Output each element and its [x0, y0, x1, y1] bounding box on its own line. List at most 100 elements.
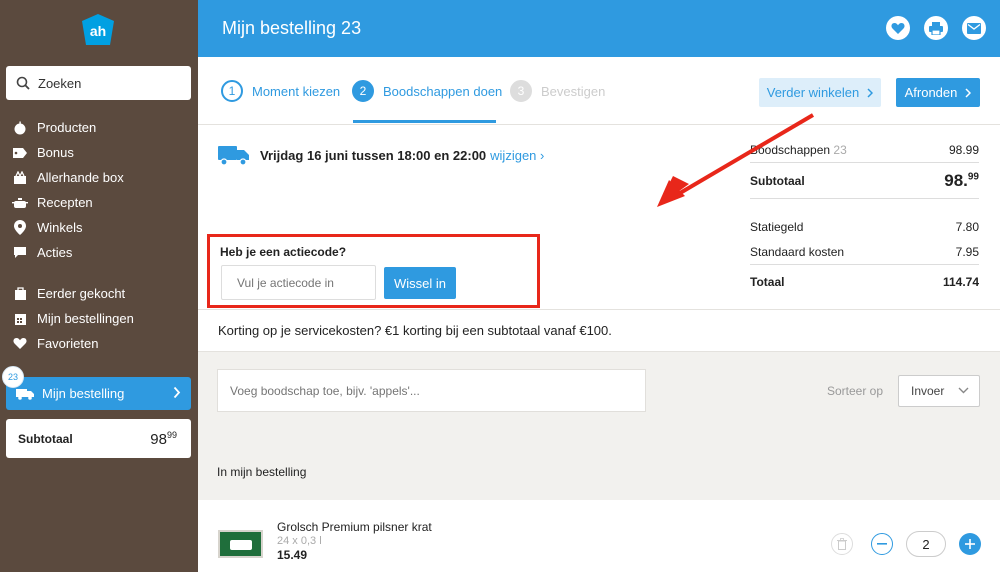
sidebar-item-allerhande-box[interactable]: Allerhande box — [0, 165, 198, 190]
quantity-field[interactable]: 2 — [906, 531, 946, 557]
chevron-right-icon — [173, 386, 181, 399]
sidebar-item-label: Eerder gekocht — [37, 286, 126, 301]
subtotal-value: 9899 — [150, 430, 177, 448]
delivery-moment: Vrijdag 16 juni tussen 18:00 en 22:00 — [260, 147, 487, 163]
sidebar-item-mijn-bestellingen[interactable]: Mijn bestellingen — [0, 306, 198, 331]
sidebar: ah Zoeken Producten Bonus Allerhande box… — [0, 0, 198, 572]
deposit-label: Statiegeld — [750, 219, 804, 234]
delivery-truck-icon — [218, 146, 249, 166]
trash-icon — [837, 538, 847, 550]
search-label: Zoeken — [38, 75, 82, 91]
sidebar-item-recepten[interactable]: Recepten — [0, 190, 198, 215]
sort-label: Sorteer op — [827, 384, 884, 398]
sidebar-item-label: Bonus — [37, 145, 74, 160]
heart-icon — [12, 336, 28, 352]
sidebar-item-label: Winkels — [37, 220, 83, 235]
product-name[interactable]: Grolsch Premium pilsner krat — [277, 520, 432, 534]
summary-standard-costs: Standaard kosten 7.95 — [750, 239, 979, 264]
groceries-value: 98.99 — [948, 142, 979, 157]
chevron-right-icon — [867, 87, 874, 98]
minus-icon — [877, 543, 887, 545]
finish-button[interactable]: Afronden — [896, 78, 980, 107]
ah-logo-icon[interactable]: ah — [80, 12, 116, 48]
sidebar-item-label: Mijn bestelling — [42, 386, 125, 401]
button-label: Verder winkelen — [766, 85, 860, 100]
subtotal-main: 98. — [944, 170, 968, 190]
step-moment-kiezen[interactable]: 1 Moment kiezen — [221, 80, 340, 102]
pot-icon — [12, 195, 28, 211]
sidebar-item-winkels[interactable]: Winkels — [0, 215, 198, 240]
sidebar-subtotal: Subtotaal 9899 — [6, 419, 191, 458]
decrease-quantity-button[interactable] — [871, 533, 893, 555]
step-number: 1 — [221, 80, 243, 102]
chevron-right-icon — [965, 87, 972, 98]
plus-icon — [965, 539, 975, 549]
annotation-arrow — [657, 113, 815, 207]
favorites-button[interactable] — [886, 16, 910, 40]
standard-costs-label: Standaard kosten — [750, 244, 845, 259]
main-nav: Producten Bonus Allerhande box Recepten … — [0, 115, 198, 265]
sidebar-item-label: Recepten — [37, 195, 93, 210]
step-label: Bevestigen — [541, 83, 606, 99]
location-pin-icon — [12, 220, 28, 236]
step-number: 3 — [510, 80, 532, 102]
sidebar-item-label: Mijn bestellingen — [37, 311, 134, 326]
subtotal-label: Subtotaal — [18, 431, 73, 446]
sidebar-item-acties[interactable]: Acties — [0, 240, 198, 265]
subtotal-cents: 99 — [967, 170, 979, 182]
page-header: Mijn bestelling 23 — [198, 0, 1000, 57]
continue-shopping-button[interactable]: Verder winkelen — [759, 78, 881, 107]
order-count-badge: 23 — [2, 366, 24, 388]
print-icon — [929, 21, 943, 35]
page-title: Mijn bestelling 23 — [222, 18, 362, 38]
sidebar-item-bonus[interactable]: Bonus — [0, 140, 198, 165]
summary-deposit: Statiegeld 7.80 — [750, 214, 979, 239]
search-input[interactable]: Zoeken — [6, 66, 191, 100]
sidebar-item-mijn-bestelling[interactable]: Mijn bestelling — [6, 377, 191, 410]
tag-icon — [12, 145, 28, 161]
apple-icon — [12, 120, 28, 136]
account-nav: Eerder gekocht Mijn bestellingen Favorie… — [0, 281, 198, 356]
sidebar-item-label: Acties — [37, 245, 73, 260]
promo-code-label: Heb je een actiecode? — [220, 245, 347, 259]
redeem-button[interactable]: Wissel in — [384, 267, 456, 299]
summary-total: Totaal 114.74 — [750, 264, 979, 298]
list-item: Grolsch Premium pilsner krat 24 x 0,3 l … — [198, 500, 1000, 572]
sidebar-item-label: Allerhande box — [37, 170, 124, 185]
remove-item-button[interactable] — [831, 533, 853, 555]
product-image — [218, 530, 263, 558]
sort-select[interactable]: Invoer — [898, 375, 980, 407]
sidebar-item-label: Producten — [37, 120, 97, 135]
groceries-count: 23 — [833, 142, 847, 157]
sort-value: Invoer — [911, 384, 945, 398]
add-item-input[interactable] — [217, 369, 646, 412]
step-boodschappen-doen[interactable]: 2 Boodschappen doen — [352, 80, 502, 102]
change-delivery-link[interactable]: wijzigen › — [490, 148, 544, 163]
print-button[interactable] — [924, 16, 948, 40]
order-overview-panel: Vrijdag 16 juni tussen 18:00 en 22:00 wi… — [198, 113, 1000, 310]
mail-icon — [967, 22, 981, 34]
heart-icon — [891, 22, 905, 34]
sidebar-item-producten[interactable]: Producten — [0, 115, 198, 140]
truck-icon — [16, 388, 34, 400]
subtotal-cents: 99 — [166, 429, 177, 440]
step-label: Boodschappen doen — [383, 83, 503, 99]
service-costs-note: Korting op je servicekosten? €1 korting … — [198, 310, 1000, 352]
increase-quantity-button[interactable] — [959, 533, 981, 555]
step-number: 2 — [352, 80, 374, 102]
order-section-title: In mijn bestelling — [198, 429, 1000, 487]
product-price: 15.49 — [277, 548, 308, 562]
bag-icon — [12, 286, 28, 302]
email-button[interactable] — [962, 16, 986, 40]
search-icon — [16, 76, 30, 90]
button-label: Afronden — [904, 85, 958, 100]
chevron-down-icon — [958, 387, 969, 394]
box-icon — [12, 170, 28, 186]
link-label: wijzigen — [490, 147, 537, 163]
promo-code-highlight: Heb je een actiecode? Wissel in — [207, 234, 540, 308]
sidebar-item-favorieten[interactable]: Favorieten — [0, 331, 198, 356]
sidebar-item-eerder-gekocht[interactable]: Eerder gekocht — [0, 281, 198, 306]
active-step-indicator — [353, 120, 496, 123]
total-value: 114.74 — [942, 274, 979, 289]
promo-code-input[interactable] — [221, 265, 376, 300]
